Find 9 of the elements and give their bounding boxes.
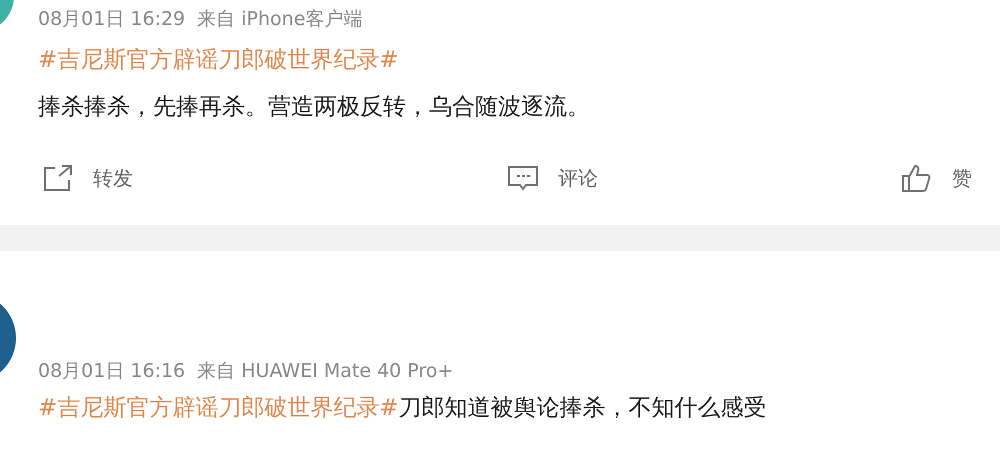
- comment-button[interactable]: 评论: [506, 163, 598, 193]
- post-meta: 08月01日 16:16 来自 HUAWEI Mate 40 Pro+: [38, 359, 454, 384]
- post-text: 捧杀捧杀，先捧再杀。营造两极反转，乌合随波逐流。: [38, 93, 591, 122]
- share-icon: [41, 163, 75, 193]
- post-text: #吉尼斯官方辟谣刀郎破世界纪录#刀郎知道被舆论捧杀，不知什么感受: [38, 394, 768, 423]
- post-meta: 08月01日 16:29 来自 iPhone客户端: [38, 7, 364, 32]
- repost-button[interactable]: 转发: [41, 163, 133, 193]
- like-button[interactable]: 赞: [900, 163, 972, 193]
- comment-icon: [506, 163, 540, 193]
